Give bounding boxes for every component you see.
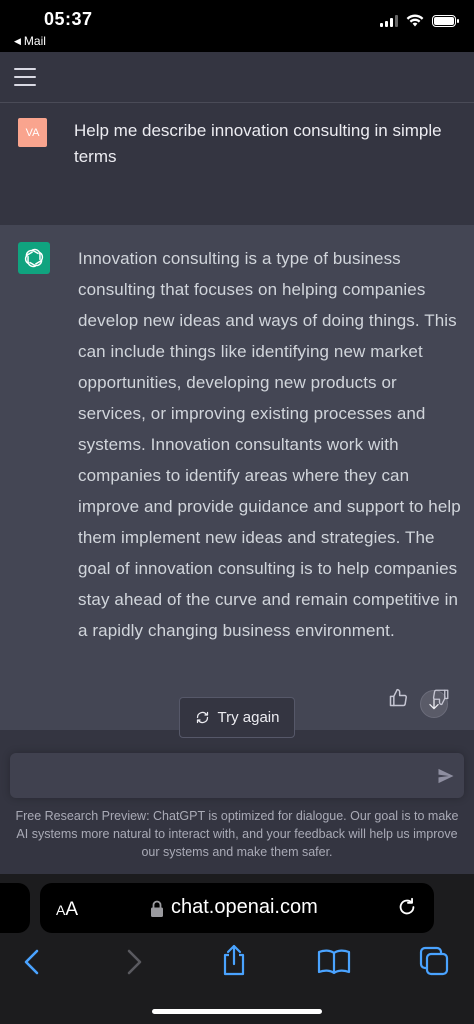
wifi-icon	[406, 14, 424, 27]
back-triangle-icon: ◀	[14, 35, 21, 46]
status-time: 05:37	[44, 9, 93, 29]
tabs-icon[interactable]	[418, 945, 450, 977]
previous-tab-peek[interactable]	[0, 883, 30, 933]
user-avatar: VA	[18, 118, 47, 147]
assistant-message-text: Innovation consulting is a type of busin…	[78, 249, 461, 640]
user-message-text: Help me describe innovation consulting i…	[74, 121, 442, 166]
openai-logo-icon	[18, 242, 50, 274]
thumbs-down-icon[interactable]	[432, 688, 450, 706]
thumbs-up-icon[interactable]	[388, 688, 408, 708]
lock-icon	[151, 900, 163, 917]
reader-settings-button[interactable]: AA	[56, 899, 78, 921]
battery-icon	[432, 14, 459, 27]
forward-chevron-icon[interactable]	[124, 948, 144, 976]
share-icon[interactable]	[220, 943, 248, 977]
cellular-signal-icon	[380, 14, 398, 27]
hamburger-icon[interactable]	[14, 68, 36, 86]
home-indicator	[152, 1009, 322, 1014]
url-text[interactable]: chat.openai.com	[171, 896, 318, 919]
message-input[interactable]	[10, 753, 464, 798]
try-again-label: Try again	[217, 709, 280, 726]
app-header	[0, 52, 474, 103]
refresh-icon	[196, 711, 208, 724]
back-app-label: Mail	[23, 34, 46, 48]
disclaimer-text: Free Research Preview: ChatGPT is optimi…	[15, 809, 459, 859]
status-icons	[380, 14, 459, 27]
back-to-mail-link[interactable]: ◀ Mail	[14, 34, 46, 48]
try-again-button[interactable]: Try again	[179, 697, 295, 738]
back-chevron-icon[interactable]	[22, 948, 42, 976]
send-icon[interactable]	[436, 766, 456, 786]
reload-icon[interactable]	[396, 896, 418, 918]
bookmarks-icon[interactable]	[317, 948, 351, 976]
